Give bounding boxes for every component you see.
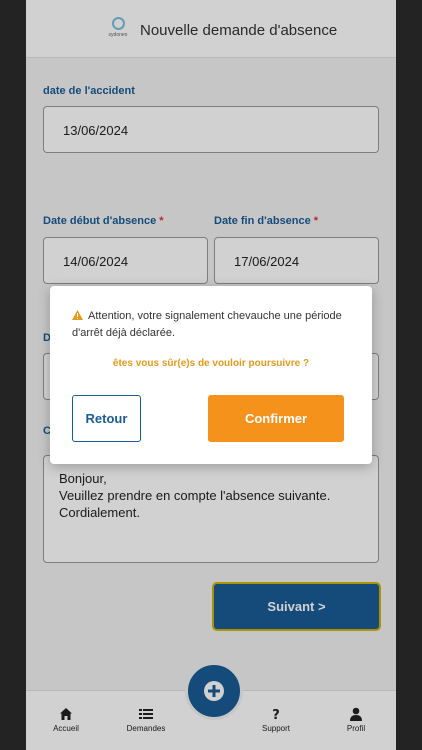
warning-icon (72, 310, 83, 320)
confirm-question: êtes vous sûr(e)s de vouloir poursuivre … (112, 358, 310, 369)
warning-text: Attention, votre signalement chevauche u… (72, 310, 342, 339)
confirm-button[interactable]: Confirmer (208, 395, 344, 442)
warning-message: Attention, votre signalement chevauche u… (72, 308, 362, 342)
back-button[interactable]: Retour (72, 395, 141, 442)
overlap-warning-dialog: Attention, votre signalement chevauche u… (50, 286, 372, 464)
